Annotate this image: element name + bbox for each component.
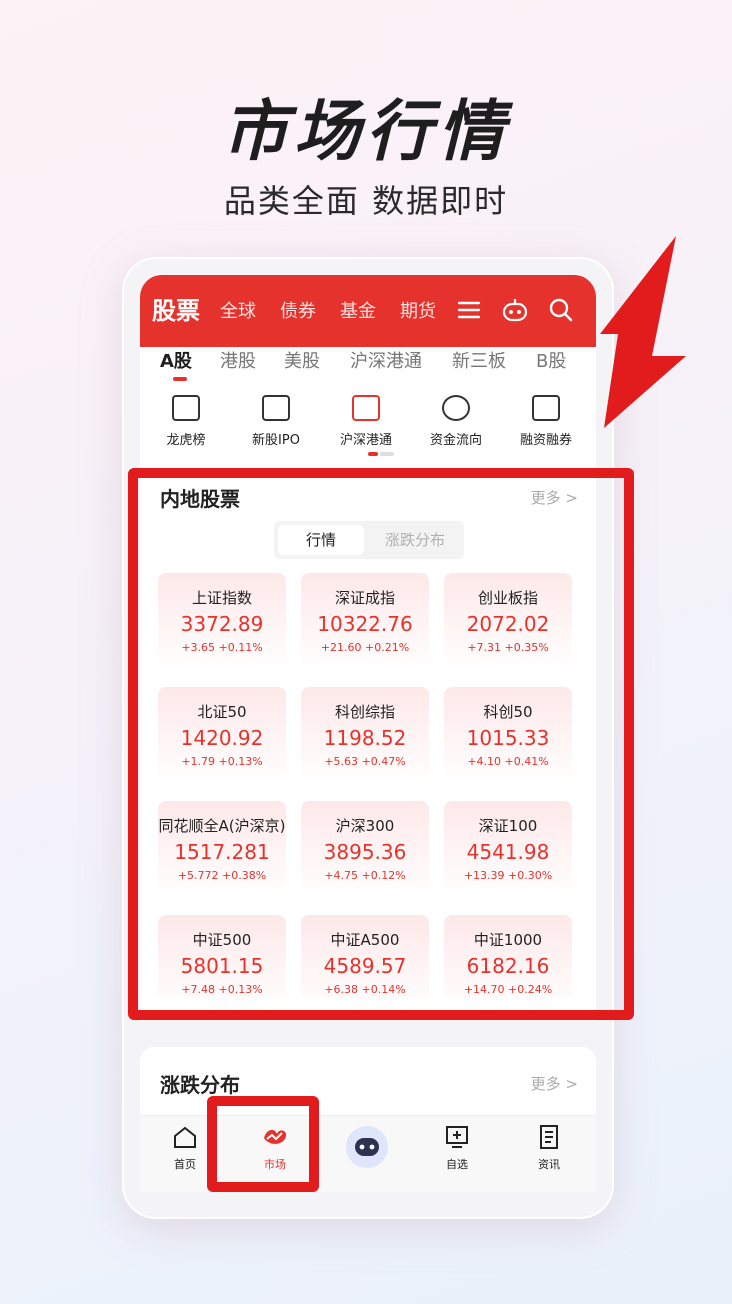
shortcut-label: 融资融券 (519, 433, 572, 448)
nav-label: 资讯 (538, 1158, 560, 1171)
shortcut-connect[interactable]: 沪深港通 (322, 391, 410, 448)
shortcut-money-flow[interactable]: 资金流向 (412, 391, 500, 448)
connect-icon (352, 395, 380, 421)
tab-funds[interactable]: 基金 (340, 297, 376, 323)
nav-assistant[interactable] (322, 1124, 412, 1174)
nav-watchlist[interactable]: 自选 (412, 1124, 502, 1172)
news-icon (540, 1125, 558, 1149)
headline: 市场行情 (222, 93, 510, 170)
nav-news[interactable]: 资讯 (504, 1124, 594, 1172)
money-flow-icon (442, 395, 470, 421)
shortcut-ipo[interactable]: 新股IPO (232, 391, 320, 448)
margin-icon (532, 395, 560, 421)
robot-icon[interactable] (500, 295, 530, 325)
highlight-box-market-tab (207, 1096, 319, 1192)
shortcut-margin[interactable]: 融资融券 (502, 391, 590, 448)
ipo-icon (262, 395, 290, 421)
home-icon (174, 1126, 196, 1148)
section-title: 涨跌分布 (160, 1073, 240, 1097)
ranking-icon (172, 395, 200, 421)
shortcut-label: 沪深港通 (339, 433, 392, 448)
subtab-us[interactable]: 美股 (284, 347, 320, 373)
top-nav-bar: 股票 全球 债券 基金 期货 (140, 275, 596, 347)
watchlist-icon (446, 1126, 468, 1148)
shortcut-ranking[interactable]: 龙虎榜 (142, 391, 230, 448)
search-icon[interactable] (546, 295, 576, 325)
assistant-robot-icon (346, 1126, 388, 1168)
shortcut-label: 资金流向 (429, 433, 482, 448)
subline: 品类全面 数据即时 (223, 182, 509, 220)
pointer-arrow-icon (600, 236, 686, 428)
subtab-a-shares[interactable]: A股 (160, 347, 192, 373)
menu-icon[interactable] (454, 295, 484, 325)
shortcut-label: 龙虎榜 (166, 433, 206, 448)
market-subtabs: A股 港股 美股 沪深港通 新三板 B股 (140, 347, 596, 391)
shortcut-row: 龙虎榜 新股IPO 沪深港通 资金流向 融资融券 (140, 391, 596, 467)
nav-label: 自选 (446, 1158, 468, 1171)
tab-global[interactable]: 全球 (220, 297, 256, 323)
highlight-box-panel (128, 468, 634, 1020)
tab-futures[interactable]: 期货 (400, 297, 436, 323)
subtab-b-shares[interactable]: B股 (536, 347, 566, 373)
subtab-hk[interactable]: 港股 (220, 347, 256, 373)
page-dots (368, 452, 394, 456)
shortcut-label: 新股IPO (252, 433, 300, 448)
subtab-connect[interactable]: 沪深港通 (350, 347, 422, 373)
subtab-neeq[interactable]: 新三板 (452, 347, 506, 373)
active-tab-indicator (173, 377, 187, 381)
tab-bonds[interactable]: 债券 (280, 297, 316, 323)
more-link[interactable]: 更多 > (531, 1073, 578, 1094)
tab-stocks[interactable]: 股票 (152, 291, 200, 326)
